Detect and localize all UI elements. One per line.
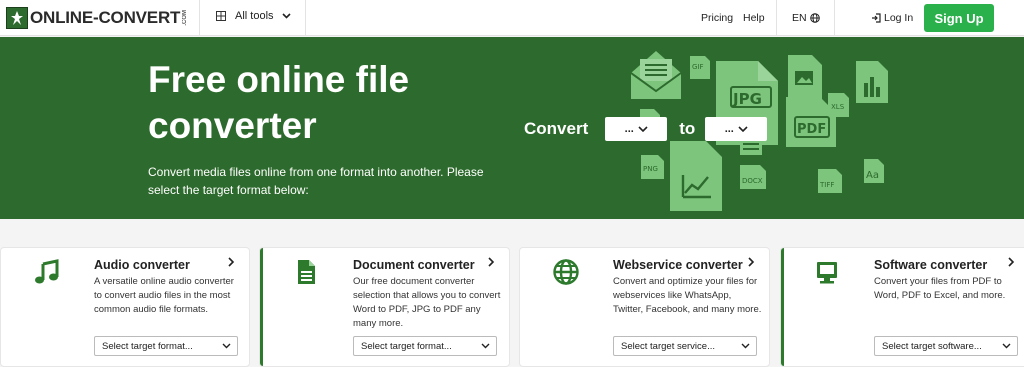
card-accent-bar [260, 248, 263, 366]
chevron-down-icon [738, 126, 748, 132]
header-divider [199, 0, 200, 36]
graph-file-icon [670, 141, 722, 211]
webservice-select[interactable]: Select target service... [613, 336, 757, 356]
chart-file-icon [856, 61, 888, 103]
webservice-converter-card[interactable]: Webservice converter Convert and optimiz… [519, 247, 770, 367]
svg-text:DOCX: DOCX [742, 177, 763, 185]
chevron-right-icon[interactable] [747, 257, 755, 267]
hero-title: Free online file converter [148, 59, 410, 146]
card-title: Webservice converter [613, 258, 743, 272]
help-link[interactable]: Help [743, 12, 765, 24]
document-icon [298, 260, 315, 284]
chevron-down-icon [281, 13, 291, 19]
svg-text:TIFF: TIFF [819, 181, 834, 189]
xls-file-icon: XLS [828, 93, 849, 117]
to-label: to [679, 119, 696, 138]
site-logo[interactable]: ONLINE-CONVERT .COM [6, 6, 188, 30]
quick-convert-row: Convert ... to ... [524, 117, 768, 141]
gif-file-icon: GIF [690, 56, 710, 79]
chevron-right-icon[interactable] [487, 257, 495, 267]
music-note-icon [35, 259, 59, 284]
svg-text:PNG: PNG [643, 165, 658, 173]
chevron-down-icon [481, 343, 490, 349]
font-file-icon: Aa [864, 159, 884, 183]
hero-banner: GIF JPG XLS PDF PNG DOCX TIFF Aa Free on… [0, 37, 1024, 219]
card-description: A versatile online audio converter to co… [94, 276, 234, 315]
card-title: Software converter [874, 258, 988, 272]
source-format-value: ... [624, 123, 634, 135]
card-title: Audio converter [94, 258, 190, 272]
logo-suffix: .COM [182, 10, 189, 26]
top-header: ONLINE-CONVERT .COM All tools Pricing He… [0, 0, 1024, 36]
document-converter-card[interactable]: Document converter Our free document con… [259, 247, 510, 367]
png-file-icon: PNG [641, 155, 664, 179]
logo-text: ONLINE-CONVERT [30, 8, 181, 27]
target-format-select[interactable]: ... [705, 117, 768, 141]
chevron-down-icon [222, 343, 231, 349]
select-placeholder: Select target service... [621, 340, 715, 352]
select-placeholder: Select target format... [361, 340, 452, 352]
hero-subtitle: Convert media files online from one form… [148, 165, 484, 197]
target-format-value: ... [724, 123, 734, 135]
chevron-down-icon [638, 126, 648, 132]
logo-mark-icon [6, 7, 28, 29]
language-label: EN [792, 12, 807, 24]
svg-text:PDF: PDF [797, 122, 826, 137]
svg-text:Aa: Aa [866, 170, 879, 181]
signup-button[interactable]: Sign Up [924, 4, 994, 32]
card-description: Our free document converter selection th… [353, 276, 501, 329]
docx-file-icon: DOCX [740, 165, 766, 189]
header-divider [834, 0, 835, 36]
card-accent-bar [781, 248, 784, 366]
svg-text:XLS: XLS [831, 103, 845, 111]
all-tools-label: All tools [235, 10, 274, 22]
chevron-down-icon [1002, 343, 1011, 349]
login-link[interactable]: Log In [871, 12, 913, 24]
pricing-link[interactable]: Pricing [701, 12, 733, 24]
convert-label: Convert [524, 119, 589, 138]
language-selector[interactable]: EN [792, 12, 820, 24]
all-tools-menu[interactable]: All tools [216, 10, 291, 22]
globe-icon [553, 259, 579, 285]
select-placeholder: Select target software... [882, 340, 982, 352]
header-divider [776, 0, 777, 36]
select-placeholder: Select target format... [102, 340, 193, 352]
globe-icon [809, 13, 820, 23]
software-select[interactable]: Select target software... [874, 336, 1018, 356]
card-description: Convert and optimize your files for webs… [613, 276, 762, 315]
login-label: Log In [884, 12, 914, 24]
pdf-file-icon: PDF [786, 97, 836, 147]
audio-converter-card[interactable]: Audio converter A versatile online audio… [0, 247, 250, 367]
card-description: Convert your files from PDF to Word, PDF… [874, 276, 1006, 301]
document-format-select[interactable]: Select target format... [353, 336, 497, 356]
image-file-icon [788, 55, 822, 99]
audio-format-select[interactable]: Select target format... [94, 336, 238, 356]
header-divider [305, 0, 306, 36]
source-format-select[interactable]: ... [605, 117, 668, 141]
grid-icon [216, 11, 226, 21]
chevron-down-icon [741, 343, 750, 349]
card-title: Document converter [353, 258, 475, 272]
chevron-right-icon[interactable] [227, 257, 235, 267]
chevron-right-icon[interactable] [1007, 257, 1015, 267]
login-icon [872, 13, 881, 23]
software-converter-card[interactable]: Software converter Convert your files fr… [780, 247, 1024, 367]
svg-text:GIF: GIF [692, 63, 704, 71]
envelope-icon [630, 51, 682, 99]
tiff-file-icon: TIFF [818, 169, 842, 193]
monitor-icon [817, 262, 837, 284]
svg-text:JPG: JPG [732, 90, 762, 108]
